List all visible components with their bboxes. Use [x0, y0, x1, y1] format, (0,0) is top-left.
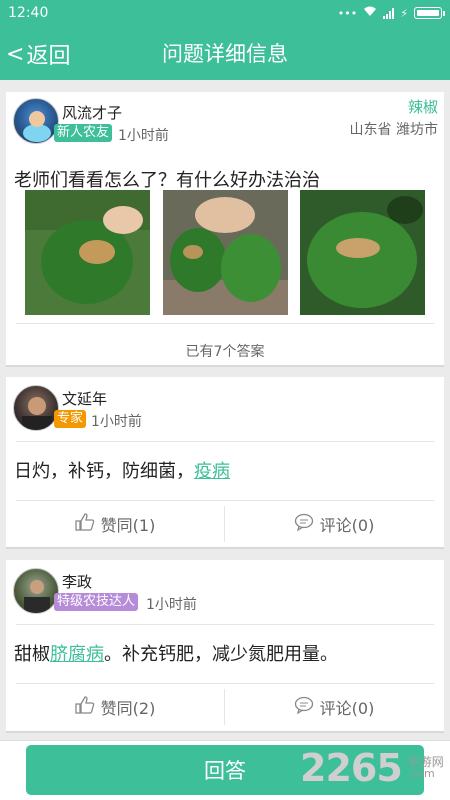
crop-tag[interactable]: 辣椒 [408, 96, 438, 117]
divider [16, 683, 434, 684]
like-button[interactable]: 赞同(1) [6, 505, 224, 543]
answer-time: 1小时前 [91, 414, 142, 430]
answers-count[interactable]: 已有7个答案 [6, 341, 444, 361]
status-bar: 12:40 ••• ⚡ [0, 0, 450, 26]
answer-text-plain: 甜椒 [14, 644, 50, 665]
question-photo[interactable] [25, 190, 150, 315]
battery-icon [414, 7, 445, 19]
disease-link[interactable]: 疫病 [194, 461, 230, 482]
question-photo[interactable] [300, 190, 425, 315]
comment-label: 评论(0) [319, 699, 375, 718]
comment-icon [294, 696, 314, 718]
signal-icon [383, 7, 395, 19]
charging-icon: ⚡ [400, 6, 408, 20]
back-button[interactable]: < 返回 [6, 38, 70, 70]
answer-username[interactable]: 李政 [62, 571, 92, 592]
answer-card: 李政 特级农技达人 1小时前 甜椒脐腐病。补充钙肥，减少氮肥用量。 赞同(2) … [6, 560, 444, 733]
question-photo[interactable] [163, 190, 288, 315]
like-label: 赞同(1) [100, 516, 156, 535]
answer-text: 日灼，补钙，防细菌，疫病 [14, 457, 230, 483]
more-dots-icon: ••• [337, 6, 358, 20]
watermark-number: 2265 [300, 746, 403, 790]
question-text: 老师们看看怎么了？有什么好办法治治 [14, 170, 320, 191]
thumbs-up-icon [75, 696, 95, 718]
back-label: 返回 [26, 44, 71, 69]
location: 山东省 潍坊市 [349, 122, 438, 138]
watermark-logo: 2265 手游网 .com [300, 746, 444, 790]
avatar[interactable] [13, 98, 59, 144]
comment-icon [294, 513, 314, 535]
like-label: 赞同(2) [100, 699, 156, 718]
watermark-domain: .com [407, 767, 435, 780]
divider [16, 500, 434, 501]
status-time: 12:40 [8, 5, 49, 21]
wifi-icon [363, 6, 377, 20]
chevron-left-icon: < [6, 41, 25, 67]
divider [16, 441, 434, 442]
title-bar: < 返回 问题详细信息 [0, 26, 450, 80]
disease-link[interactable]: 脐腐病 [50, 644, 104, 665]
post-time: 1小时前 [118, 128, 169, 144]
answer-text-tail: 。补充钙肥，减少氮肥用量。 [104, 644, 338, 665]
status-icons: ••• ⚡ [337, 6, 445, 20]
question-card: 风流才子 新人农友 1小时前 辣椒 山东省 潍坊市 老师们看看怎么了？有什么好办… [6, 92, 444, 367]
answer-card: 文延年 专家 1小时前 日灼，补钙，防细菌，疫病 赞同(1) 评论(0) [6, 377, 444, 549]
answer-text-plain: 日灼，补钙，防细菌， [14, 461, 194, 482]
master-badge: 特级农技达人 [54, 593, 139, 611]
answer-username[interactable]: 文延年 [62, 388, 107, 409]
thumbs-up-icon [75, 513, 95, 535]
answer-time: 1小时前 [146, 597, 197, 613]
avatar[interactable] [13, 568, 59, 614]
watermark-side: 手游网 .com [408, 756, 444, 780]
expert-badge: 专家 [54, 410, 87, 428]
question-username[interactable]: 风流才子 [62, 102, 122, 123]
like-button[interactable]: 赞同(2) [6, 688, 224, 726]
answer-text: 甜椒脐腐病。补充钙肥，减少氮肥用量。 [14, 640, 338, 666]
avatar[interactable] [13, 385, 59, 431]
divider [16, 323, 434, 324]
user-level-badge: 新人农友 [54, 124, 113, 142]
comment-button[interactable]: 评论(0) [225, 505, 443, 543]
comment-button[interactable]: 评论(0) [225, 688, 443, 726]
comment-label: 评论(0) [319, 516, 375, 535]
divider [16, 624, 434, 625]
